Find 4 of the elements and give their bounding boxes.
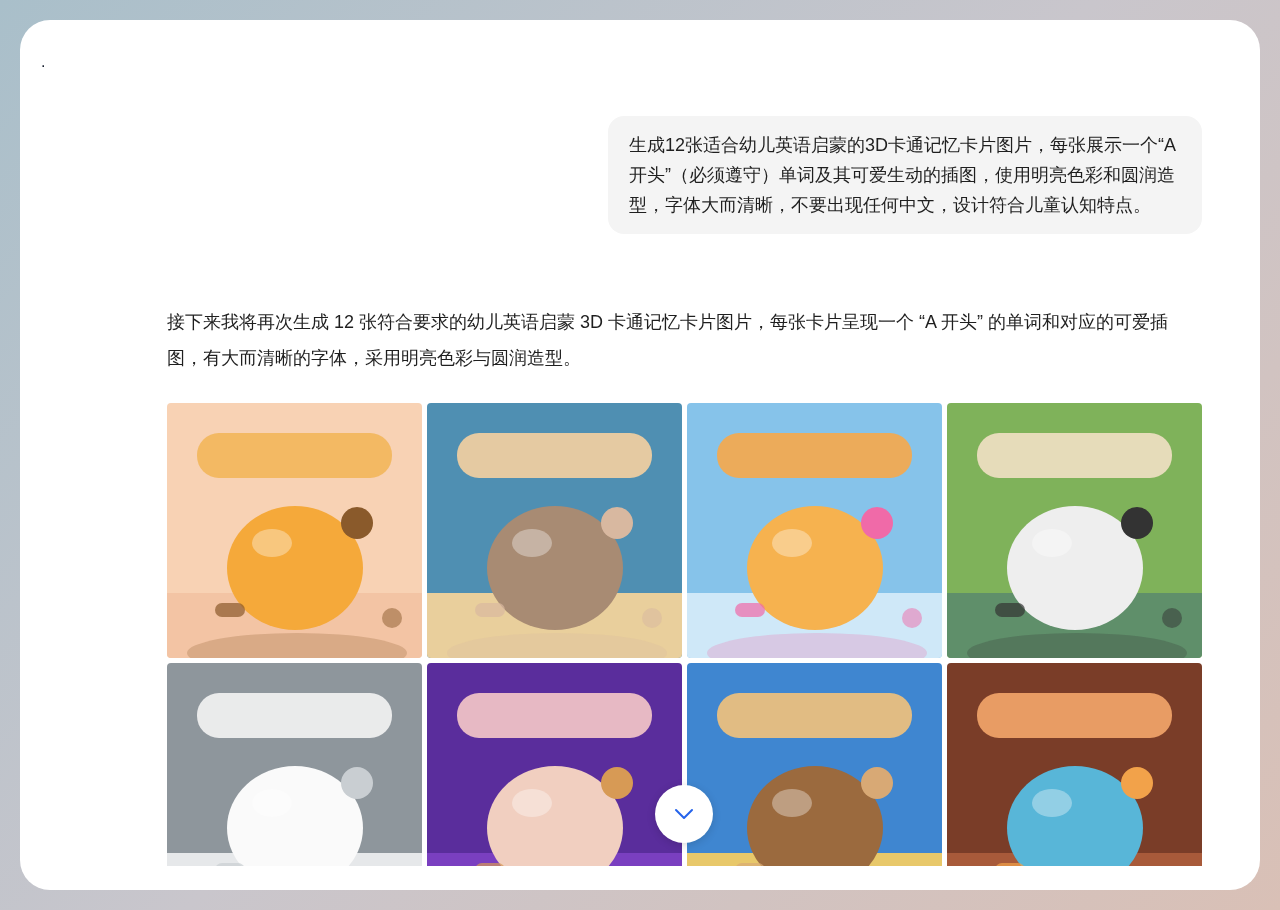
reply-text: 接下来我将再次生成 12 张符合要求的幼儿英语启蒙 3D 卡通记忆卡片图片，每张卡片呈现一个 “A 开头” 的单词和对应的可爱插图，有大而清晰的字体，采用明亮色彩与圆润造型。 [167,311,1170,370]
user-message: 生成12张适合幼儿英语启蒙的3D卡通记忆卡片图片，每张展示一个“A开头”（必须遵守）单词及其可爱生动的插图，使用明亮色彩和圆润造型，字体大而清晰，不要出现任何中文，设计符合儿童认知特点。 [608,116,1202,234]
chevron-down-icon [674,808,694,820]
dot-marker: . [41,53,46,70]
